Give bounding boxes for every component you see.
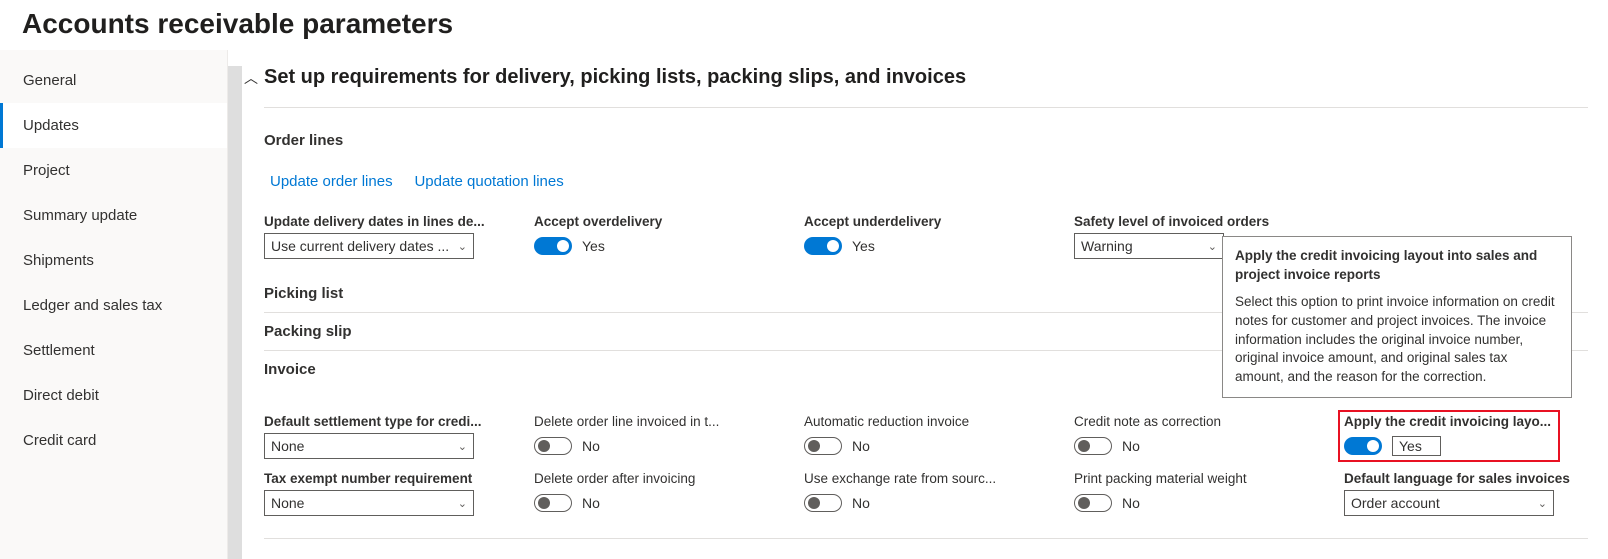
sidebar-item-general[interactable]: General bbox=[0, 58, 227, 103]
chevron-up-icon[interactable]: ︿ bbox=[244, 68, 258, 88]
select-value: Use current delivery dates ... bbox=[271, 238, 449, 254]
label-safety-level: Safety level of invoiced orders bbox=[1074, 214, 1318, 229]
toggle-value: No bbox=[852, 495, 870, 511]
sidebar-item-ledger-sales-tax[interactable]: Ledger and sales tax bbox=[0, 283, 227, 328]
toggle-apply-credit-layout[interactable] bbox=[1344, 437, 1382, 455]
toggle-value: No bbox=[1122, 495, 1140, 511]
toggle-value: No bbox=[852, 438, 870, 454]
label-use-exchange: Use exchange rate from sourc... bbox=[804, 471, 1048, 486]
select-value: Warning bbox=[1081, 238, 1133, 254]
label-default-lang: Default language for sales invoices bbox=[1344, 471, 1588, 486]
toggle-value: No bbox=[1122, 438, 1140, 454]
select-safety-level[interactable]: Warning ⌄ bbox=[1074, 233, 1224, 259]
chevron-down-icon: ⌄ bbox=[458, 240, 467, 253]
page-title: Accounts receivable parameters bbox=[0, 0, 1608, 50]
label-update-delivery-dates: Update delivery dates in lines de... bbox=[264, 214, 508, 229]
divider bbox=[264, 538, 1588, 539]
select-value: None bbox=[271, 495, 304, 511]
label-auto-reduction: Automatic reduction invoice bbox=[804, 414, 1048, 429]
tooltip: Apply the credit invoicing layout into s… bbox=[1222, 236, 1572, 398]
label-apply-credit-layout: Apply the credit invoicing layo... bbox=[1344, 414, 1588, 429]
label-delete-invoiced: Delete order line invoiced in t... bbox=[534, 414, 778, 429]
chevron-down-icon: ⌄ bbox=[458, 440, 467, 453]
toggle-value: Yes bbox=[1392, 436, 1441, 456]
select-value: Order account bbox=[1351, 495, 1440, 511]
select-default-lang[interactable]: Order account ⌄ bbox=[1344, 490, 1554, 516]
label-print-packing: Print packing material weight bbox=[1074, 471, 1318, 486]
select-update-delivery-dates[interactable]: Use current delivery dates ... ⌄ bbox=[264, 233, 474, 259]
sidebar-item-project[interactable]: Project bbox=[0, 148, 227, 193]
toggle-accept-underdelivery[interactable] bbox=[804, 237, 842, 255]
toggle-value: Yes bbox=[582, 238, 605, 254]
divider bbox=[264, 107, 1588, 108]
select-default-settlement[interactable]: None ⌄ bbox=[264, 433, 474, 459]
chevron-down-icon: ⌄ bbox=[458, 497, 467, 510]
group-header-order-lines[interactable]: Order lines bbox=[264, 122, 1588, 159]
toggle-delete-after[interactable] bbox=[534, 494, 572, 512]
select-tax-exempt[interactable]: None ⌄ bbox=[264, 490, 474, 516]
label-accept-overdelivery: Accept overdelivery bbox=[534, 214, 778, 229]
link-update-order-lines[interactable]: Update order lines bbox=[270, 173, 393, 190]
toggle-delete-invoiced[interactable] bbox=[534, 437, 572, 455]
label-default-settlement: Default settlement type for credi... bbox=[264, 414, 508, 429]
toggle-auto-reduction[interactable] bbox=[804, 437, 842, 455]
toggle-value: No bbox=[582, 438, 600, 454]
label-delete-after: Delete order after invoicing bbox=[534, 471, 778, 486]
sidebar-item-summary-update[interactable]: Summary update bbox=[0, 193, 227, 238]
link-update-quotation-lines[interactable]: Update quotation lines bbox=[414, 173, 563, 190]
tooltip-body: Select this option to print invoice info… bbox=[1235, 293, 1559, 387]
toggle-value: No bbox=[582, 495, 600, 511]
toggle-accept-overdelivery[interactable] bbox=[534, 237, 572, 255]
section-title: Set up requirements for delivery, pickin… bbox=[264, 66, 1588, 89]
sidebar-item-direct-debit[interactable]: Direct debit bbox=[0, 373, 227, 418]
sidebar-item-settlement[interactable]: Settlement bbox=[0, 328, 227, 373]
select-value: None bbox=[271, 438, 304, 454]
label-accept-underdelivery: Accept underdelivery bbox=[804, 214, 1048, 229]
sidebar-item-shipments[interactable]: Shipments bbox=[0, 238, 227, 283]
collapse-bar[interactable] bbox=[228, 66, 242, 559]
sidebar-item-credit-card[interactable]: Credit card bbox=[0, 418, 227, 463]
chevron-down-icon: ⌄ bbox=[1208, 240, 1217, 253]
chevron-down-icon: ⌄ bbox=[1538, 497, 1547, 510]
sidebar: General Updates Project Summary update S… bbox=[0, 50, 228, 559]
toggle-credit-correction[interactable] bbox=[1074, 437, 1112, 455]
toggle-use-exchange[interactable] bbox=[804, 494, 842, 512]
label-credit-correction: Credit note as correction bbox=[1074, 414, 1318, 429]
tooltip-title: Apply the credit invoicing layout into s… bbox=[1235, 247, 1559, 285]
toggle-value: Yes bbox=[852, 238, 875, 254]
toggle-print-packing[interactable] bbox=[1074, 494, 1112, 512]
label-tax-exempt: Tax exempt number requirement bbox=[264, 471, 508, 486]
sidebar-item-updates[interactable]: Updates bbox=[0, 103, 227, 148]
